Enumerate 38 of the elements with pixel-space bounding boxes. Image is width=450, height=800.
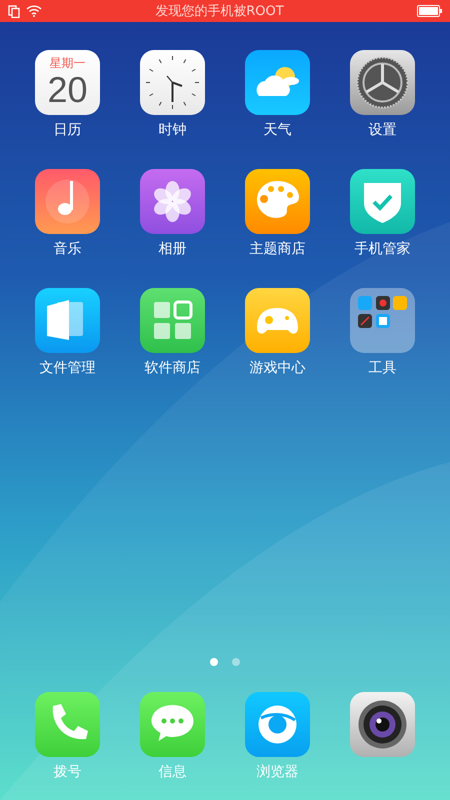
- app-label: 相册: [158, 240, 186, 258]
- calendar-day: 20: [47, 70, 88, 110]
- app-label: 时钟: [158, 121, 186, 139]
- battery-icon: [417, 5, 442, 17]
- app-label: 信息: [158, 763, 186, 781]
- shield-icon[interactable]: [350, 169, 415, 234]
- app-label: 拨号: [54, 763, 82, 781]
- app-label: 文件管理: [40, 359, 96, 377]
- clock-icon[interactable]: [140, 50, 205, 115]
- mini-app-icons-drawing: [358, 296, 407, 328]
- app-label: 游戏中心: [250, 359, 306, 377]
- music-note-icon[interactable]: [35, 169, 100, 234]
- flower-icon[interactable]: [140, 169, 205, 234]
- app-label: 日历: [54, 121, 82, 139]
- app-grid-icon[interactable]: [140, 288, 205, 353]
- app-label: 手机管家: [354, 240, 410, 258]
- camera-icon[interactable]: [350, 692, 415, 757]
- app-label: 浏览器: [256, 763, 298, 781]
- page-indicator-dot[interactable]: [210, 658, 218, 666]
- wifi-icon: [26, 5, 42, 17]
- app-label: 天气: [264, 121, 292, 139]
- app-label: 软件商店: [144, 359, 200, 377]
- folder-icon[interactable]: [35, 288, 100, 353]
- app-label: 音乐: [54, 240, 82, 258]
- app-label: 主题商店: [250, 240, 306, 258]
- status-notice: 发现您的手机被ROOT: [154, 3, 285, 20]
- browser-icon[interactable]: [245, 692, 310, 757]
- app-label: 工具: [368, 359, 396, 377]
- tools-folder[interactable]: [350, 288, 415, 353]
- calendar-icon[interactable]: 星期一 20: [35, 50, 100, 115]
- weather-icon[interactable]: [245, 50, 310, 115]
- calendar-weekday: 星期一: [50, 56, 86, 70]
- settings-icon[interactable]: [350, 50, 415, 115]
- page-indicator-dot[interactable]: [232, 658, 240, 666]
- app-label: 设置: [368, 121, 396, 139]
- sim-icon: [8, 4, 20, 18]
- palette-icon[interactable]: [245, 169, 310, 234]
- gamepad-icon[interactable]: [245, 288, 310, 353]
